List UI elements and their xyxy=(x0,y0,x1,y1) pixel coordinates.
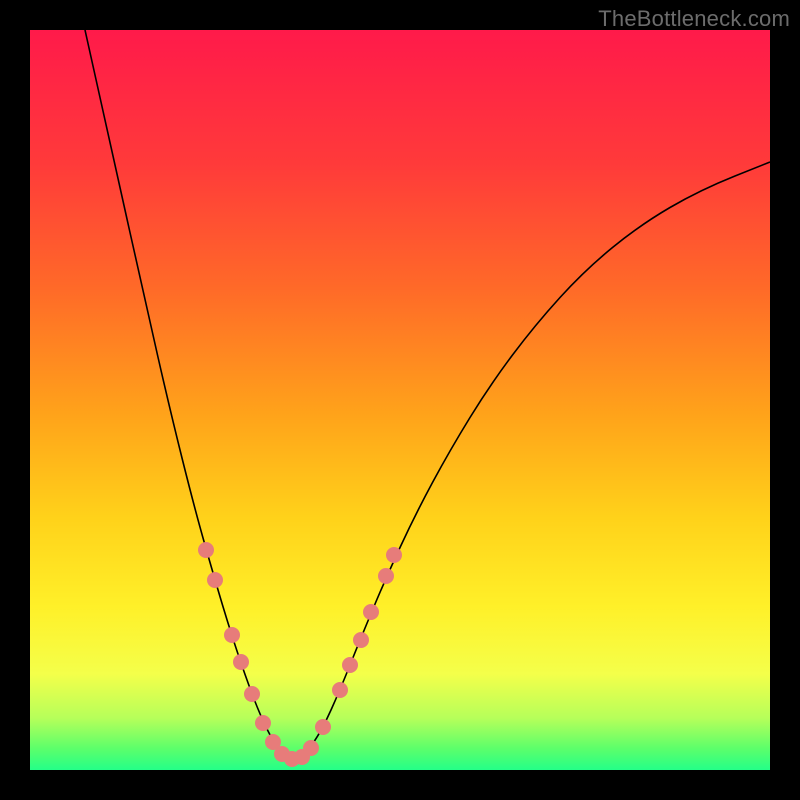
marker-dot xyxy=(363,604,379,620)
curve-right xyxy=(295,162,770,760)
marker-dot xyxy=(233,654,249,670)
marker-dot xyxy=(332,682,348,698)
marker-dot xyxy=(378,568,394,584)
marker-dot xyxy=(342,657,358,673)
marker-dot xyxy=(224,627,240,643)
curve-left xyxy=(85,30,295,760)
watermark-text: TheBottleneck.com xyxy=(598,6,790,32)
marker-dot xyxy=(315,719,331,735)
marker-dot xyxy=(244,686,260,702)
marker-dot xyxy=(386,547,402,563)
marker-group xyxy=(198,542,402,767)
plot-svg xyxy=(30,30,770,770)
marker-dot xyxy=(353,632,369,648)
chart-plot-area xyxy=(30,30,770,770)
marker-dot xyxy=(255,715,271,731)
marker-dot xyxy=(198,542,214,558)
marker-dot xyxy=(207,572,223,588)
marker-dot xyxy=(303,740,319,756)
